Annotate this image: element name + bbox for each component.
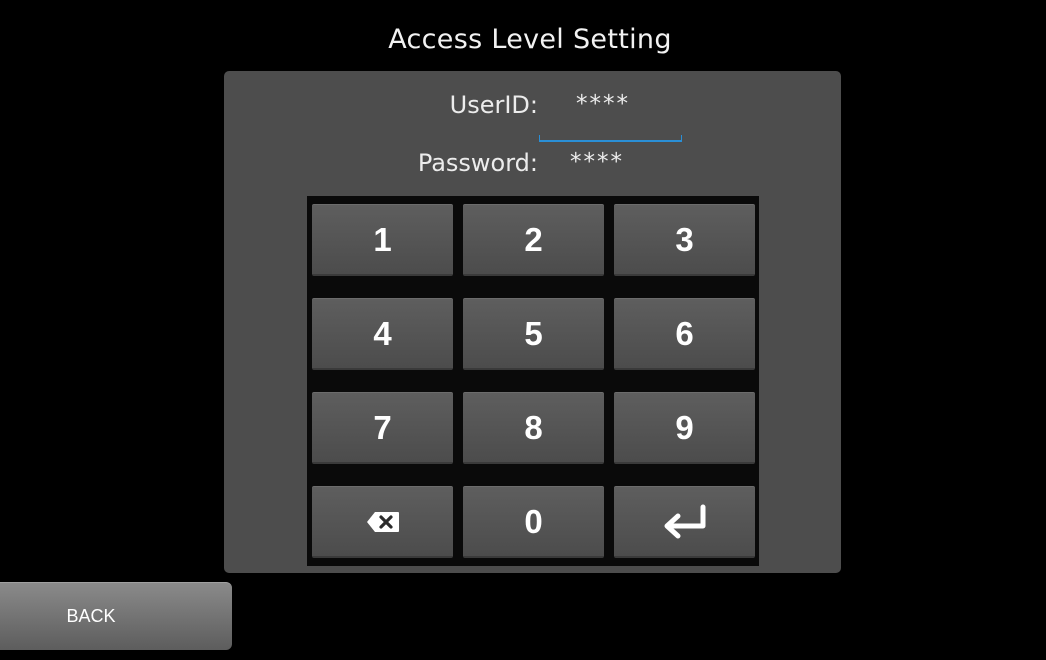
- userid-label: UserID:: [449, 91, 538, 119]
- key-6[interactable]: 6: [614, 298, 755, 370]
- numeric-keypad: 1 2 3 4 5 6 7 8 9 0: [307, 196, 759, 566]
- key-2[interactable]: 2: [463, 204, 604, 276]
- key-7[interactable]: 7: [312, 392, 453, 464]
- key-8[interactable]: 8: [463, 392, 604, 464]
- password-field[interactable]: ****: [570, 149, 624, 175]
- backspace-icon: [366, 511, 400, 533]
- key-9[interactable]: 9: [614, 392, 755, 464]
- page-title: Access Level Setting: [388, 24, 672, 55]
- key-0[interactable]: 0: [463, 486, 604, 558]
- login-panel: UserID: **** Password: **** 1 2 3 4 5 6 …: [224, 71, 841, 573]
- key-4[interactable]: 4: [312, 298, 453, 370]
- key-3[interactable]: 3: [614, 204, 755, 276]
- key-5[interactable]: 5: [463, 298, 604, 370]
- key-1[interactable]: 1: [312, 204, 453, 276]
- enter-icon: [659, 504, 711, 540]
- enter-key[interactable]: [614, 486, 755, 558]
- userid-field[interactable]: ****: [576, 91, 630, 117]
- access-level-screen: Access Level Setting UserID: **** Passwo…: [0, 0, 1046, 660]
- backspace-key[interactable]: [312, 486, 453, 558]
- back-button[interactable]: BACK: [0, 582, 232, 650]
- password-label: Password:: [417, 149, 538, 177]
- userid-focus-indicator: [539, 135, 682, 142]
